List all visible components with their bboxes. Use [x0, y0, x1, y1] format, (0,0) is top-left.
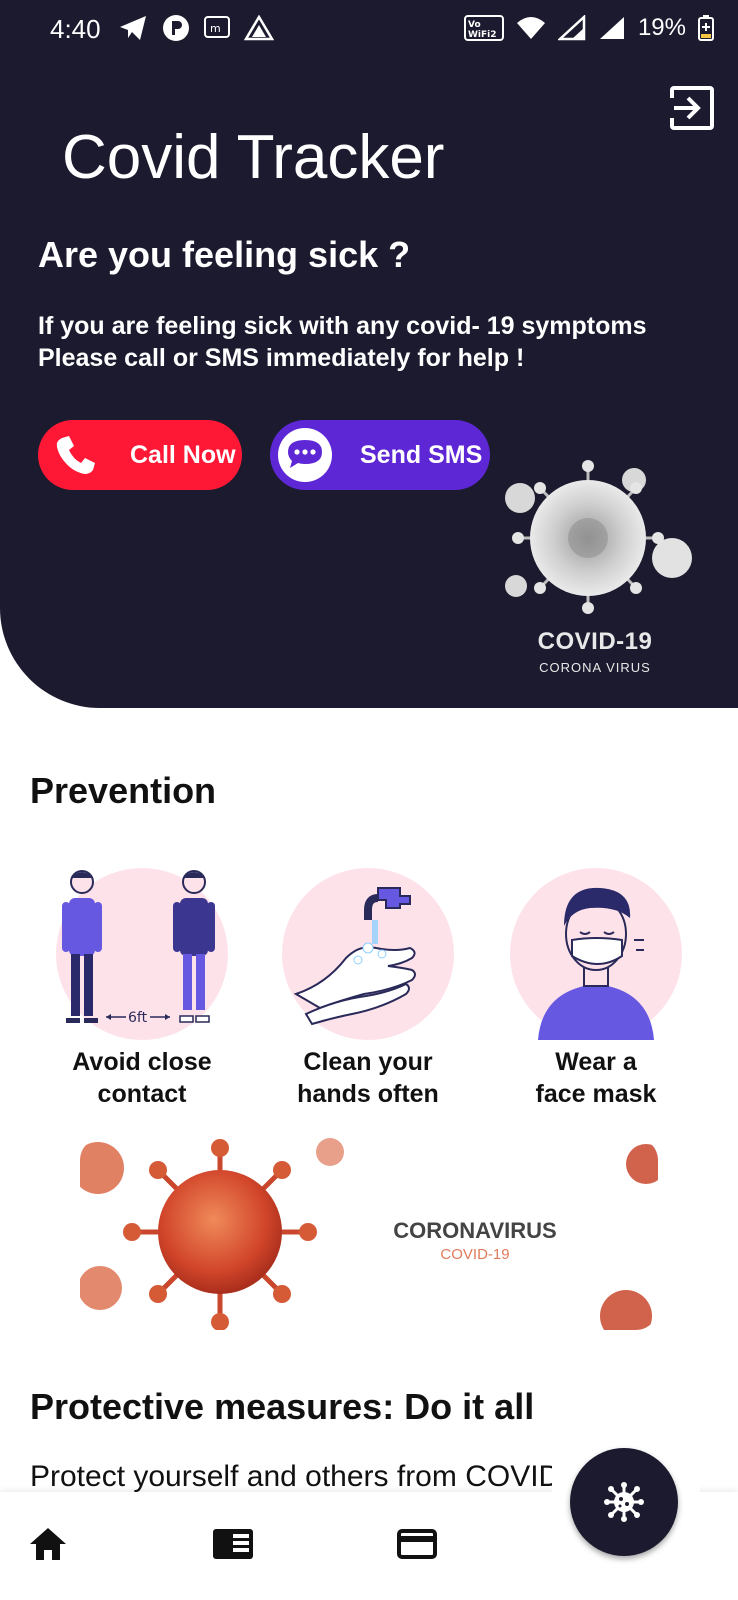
coronavirus-illustration — [505, 460, 692, 614]
protective-measures-heading: Protective measures: Do it all — [30, 1386, 535, 1427]
prevention-card-face-mask: Wear a face mask — [496, 868, 696, 1110]
prevention-label-line2: face mask — [535, 1080, 657, 1108]
virus-icon — [604, 1482, 644, 1522]
status-icons-right: Vo WiFi2 19% — [463, 14, 714, 42]
vowifi-icon: VoWiFi2 — [463, 15, 504, 41]
covid-label-main: COVID-19 — [537, 628, 653, 655]
battery-percent: 19% — [637, 14, 686, 41]
app-icon — [244, 15, 274, 41]
app-title: Covid Tracker — [62, 123, 445, 192]
prevention-heading: Prevention — [30, 770, 217, 811]
wifi-icon — [516, 17, 545, 39]
status-bar: 4:40 m Vo WiFi2 19% — [0, 0, 738, 56]
prevention-label: Avoid close contact — [42, 1046, 242, 1110]
coronavirus-banner[interactable]: CORONAVIRUS COVID-19 — [80, 1138, 658, 1330]
prevention-label-line2: hands often — [297, 1080, 439, 1108]
svg-text:Vo: Vo — [468, 20, 481, 30]
message-icon: m — [204, 16, 230, 38]
chat-bubble-icon — [278, 428, 332, 482]
banner-subtitle: COVID-19 — [440, 1246, 510, 1263]
send-sms-button[interactable]: Send SMS — [270, 420, 490, 490]
prevention-card-avoid-contact: 6ft Avoid close contact — [42, 868, 242, 1110]
prevention-label: Wear a face mask — [496, 1046, 696, 1110]
distance-label: 6ft — [128, 1010, 148, 1026]
card-icon[interactable] — [397, 1524, 437, 1564]
logout-icon[interactable] — [668, 84, 716, 132]
call-now-label: Call Now — [130, 440, 236, 469]
status-time: 4:40 — [50, 14, 101, 44]
sick-description-line2: Please call or SMS immediately for help … — [38, 344, 525, 372]
telegram-icon — [120, 16, 146, 40]
prevention-label-line2: contact — [97, 1080, 187, 1108]
call-now-button[interactable]: Call Now — [38, 420, 242, 490]
svg-text:WiFi2: WiFi2 — [468, 30, 497, 40]
send-sms-label: Send SMS — [360, 440, 483, 469]
sick-heading: Are you feeling sick ? — [38, 234, 411, 275]
prevention-label: Clean your hands often — [268, 1046, 468, 1110]
news-icon[interactable] — [211, 1524, 255, 1564]
status-icons-left: m — [118, 14, 274, 42]
virus-fab-button[interactable] — [570, 1448, 678, 1556]
home-icon[interactable] — [28, 1524, 68, 1564]
covid-19-label: COVID-19 CORONA VIRUS — [520, 628, 670, 675]
prevention-label-line1: Wear a — [555, 1048, 637, 1076]
sick-description-line1: If you are feeling sick with any covid- … — [38, 312, 647, 340]
signal-icon — [557, 15, 586, 41]
covid-label-sub: CORONA VIRUS — [539, 660, 651, 675]
phone-icon — [56, 436, 95, 474]
battery-icon — [698, 15, 714, 41]
sick-description: If you are feeling sick with any covid- … — [38, 310, 678, 374]
banner-text: CORONAVIRUS COVID-19 — [390, 1218, 560, 1263]
prevention-label-line1: Clean your — [303, 1048, 433, 1076]
svg-text:m: m — [210, 22, 221, 35]
prevention-label-line1: Avoid close — [72, 1048, 212, 1076]
illustration-circle — [510, 868, 682, 1040]
podcast-icon — [163, 15, 189, 41]
social-distance-illustration: 6ft — [62, 870, 215, 1026]
coronavirus-banner-illustration — [80, 1138, 658, 1330]
protective-measures-text: Protect yourself and others from COVID- — [30, 1460, 571, 1493]
banner-title: CORONAVIRUS — [393, 1218, 557, 1243]
prevention-card-wash-hands: Clean your hands often — [268, 868, 468, 1110]
illustration-circle — [282, 868, 454, 1040]
illustration-circle: 6ft — [56, 868, 228, 1040]
signal-icon — [599, 17, 624, 39]
header-panel: Covid Tracker Are you feeling sick ? If … — [0, 56, 738, 708]
hand-washing-illustration — [293, 887, 416, 1026]
face-mask-illustration — [538, 887, 654, 1040]
